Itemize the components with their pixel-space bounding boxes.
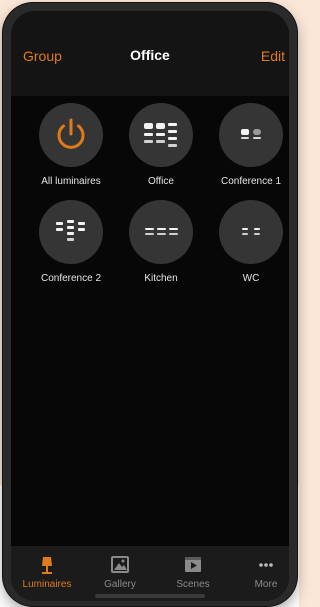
scenes-icon <box>185 557 201 572</box>
tab-label: Scenes <box>176 579 210 590</box>
group-tile-wc[interactable]: WC <box>195 200 287 295</box>
tab-luminaires[interactable]: Luminaires <box>17 554 77 590</box>
luminaire-pair-icon <box>219 103 283 167</box>
group-tile-kitchen[interactable]: Kitchen <box>105 200 197 295</box>
luminaire-row-icon <box>129 200 193 264</box>
luminaire-pair-small-icon <box>219 200 283 264</box>
app-screen: Group Office Edit All luminaires Office … <box>11 11 289 601</box>
phone-frame: Group Office Edit All luminaires Office … <box>3 3 297 606</box>
luminaire-cluster-icon <box>129 103 193 167</box>
page-title: Office <box>130 47 170 63</box>
top-bar: Group Office Edit <box>11 11 289 96</box>
group-tile-label: Conference 1 <box>220 176 282 187</box>
tab-label: Luminaires <box>22 579 72 590</box>
group-tile-conference-2[interactable]: Conference 2 <box>15 200 107 295</box>
tab-label: Gallery <box>104 579 136 590</box>
tab-gallery[interactable]: Gallery <box>90 554 150 590</box>
luminaire-stack-icon <box>39 200 103 264</box>
tab-more[interactable]: More <box>236 554 289 590</box>
group-tile-office[interactable]: Office <box>105 103 197 198</box>
power-icon <box>39 103 103 167</box>
group-tile-conference-1[interactable]: Conference 1 <box>195 103 287 198</box>
edit-button[interactable]: Edit <box>261 48 285 64</box>
tab-bar: Luminaires Gallery Scenes More <box>11 546 289 601</box>
home-indicator <box>95 594 205 598</box>
group-tile-label: WC <box>242 273 260 284</box>
lamp-icon <box>42 557 52 574</box>
gallery-icon <box>111 556 129 573</box>
tab-label: More <box>254 579 278 590</box>
tab-scenes[interactable]: Scenes <box>163 554 223 590</box>
more-icon <box>259 563 273 567</box>
group-tile-all-luminaires[interactable]: All luminaires <box>15 103 107 198</box>
